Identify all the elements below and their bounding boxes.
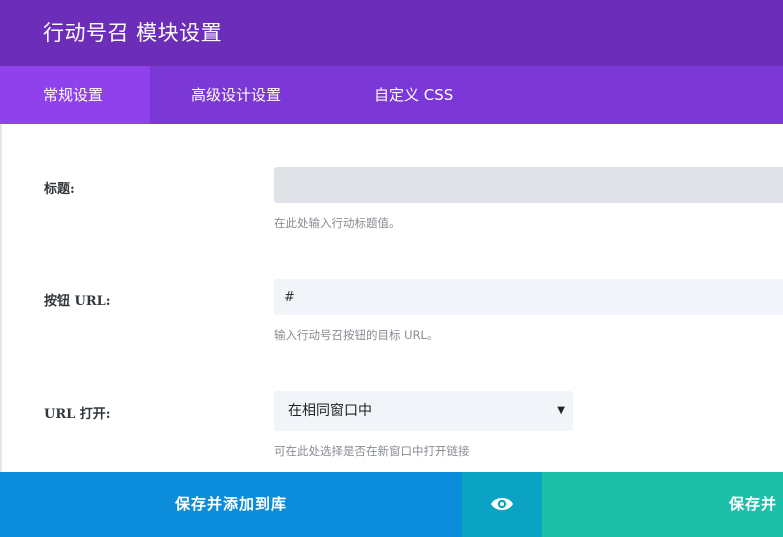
title-label: 标题: [44, 182, 75, 197]
modal-title: 行动号召 模块设置 [43, 21, 223, 45]
tab-advanced-design-settings[interactable]: 高级设计设置 [191, 66, 281, 124]
modal-title-bar: 行动号召 模块设置 [0, 0, 783, 66]
eye-icon [491, 498, 513, 510]
button-url-input[interactable] [274, 279, 783, 315]
tab-general-settings[interactable]: 常规设置 [0, 66, 150, 124]
button-url-help-text: 输入行动号召按钮的目标 URL。 [274, 328, 439, 342]
tab-bar: 常规设置 高级设计设置 自定义 CSS [0, 66, 783, 124]
save-and-exit-button[interactable]: 保存并 [542, 472, 783, 537]
url-open-selected-value: 在相同窗口中 [288, 403, 372, 419]
preview-button[interactable] [462, 472, 542, 537]
url-open-select[interactable]: 在相同窗口中 ▼ [274, 391, 573, 431]
title-help-text: 在此处输入行动标题值。 [274, 216, 401, 230]
title-input[interactable] [274, 167, 783, 203]
save-and-add-to-library-button[interactable]: 保存并添加到库 [0, 472, 462, 537]
url-open-help-text: 可在此处选择是否在新窗口中打开链接 [274, 444, 470, 458]
button-url-label: 按钮 URL: [44, 294, 111, 309]
modal-footer: 保存并添加到库 保存并 [0, 472, 783, 537]
dropdown-arrow-icon: ▼ [557, 405, 565, 416]
settings-panel: 标题: 在此处输入行动标题值。 按钮 URL: 输入行动号召按钮的目标 URL。… [0, 124, 783, 472]
tab-custom-css[interactable]: 自定义 CSS [374, 66, 453, 124]
url-open-label: URL 打开: [44, 407, 111, 422]
